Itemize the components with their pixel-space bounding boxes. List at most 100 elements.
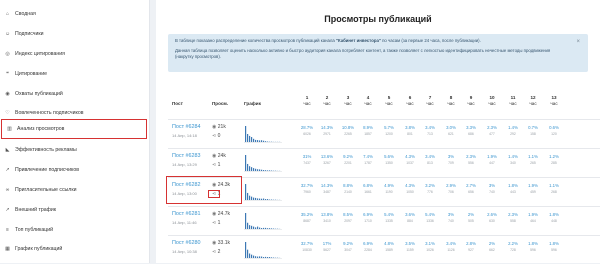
hour-views: 621 [442,132,460,136]
sidebar-item-10[interactable]: ↗Внешний трафик [0,200,150,220]
hour-cell: 2.2%728 [504,241,522,252]
hour-cell: 4.8%1589 [380,241,398,252]
globe-icon: ◎ [5,52,10,57]
sidebar-item-3[interactable]: ❝Цитирование [0,64,150,84]
sidebar-item-label: Сводная [15,11,36,17]
hour-views: 1200 [380,132,398,136]
sparkline-bar [251,137,252,142]
hour-cell: 13.8%3410 [318,212,336,223]
hour-percent: 1.8% [545,241,563,246]
hour-cell: 5.4%1336 [421,212,439,223]
hour-percent: 3% [442,212,460,217]
sparkline-bar [263,170,264,171]
header-hour-7[interactable]: 7час [421,95,439,115]
hour-cell: 3.0%621 [442,125,460,136]
header-hour-6[interactable]: 6час [401,95,419,115]
post-link[interactable]: Пост #6280 [172,240,201,246]
sparkline-bar [257,227,258,229]
hour-cell: 2%662 [483,241,501,252]
sidebar-item-8[interactable]: ↗Привлечение подписчиков [0,160,150,180]
close-icon[interactable]: × [576,39,580,45]
hour-cell: 3.4%713 [421,125,439,136]
highlight-box-shares [208,190,220,198]
header-hour-12[interactable]: 12час [524,95,542,115]
header-post[interactable]: Пост [172,101,183,121]
sidebar-item-4[interactable]: ◉Охваты публикаций [0,84,150,104]
hour-views: 801 [401,132,419,136]
sidebar-item-12[interactable]: ▦График публикаций [0,239,150,259]
hour-percent: 1.1% [524,154,542,159]
views-sparkline [243,152,283,172]
hour-cell: 2.6%630 [483,212,501,223]
hour-cell: 1.1%265 [524,154,542,165]
hour-cell: 3%740 [483,183,501,194]
sidebar-item-2[interactable]: ◎ Индекс цитирования [0,44,150,64]
hour-percent: 1.4% [504,125,522,130]
home-icon: ⌂ [5,12,10,17]
hour-views: 1589 [380,248,398,252]
header-hour-5[interactable]: 5час [380,95,398,115]
hour-cell: 14.3%2971 [318,125,336,136]
hour-percent: 5.6% [380,154,398,159]
sidebar-item-1[interactable]: ☺Подписчики [0,24,150,44]
header-views[interactable]: Просм. [212,101,228,121]
hour-views: 740 [442,219,460,223]
hour-views: 1159 [401,248,419,252]
hour-cell: 4.9%1190 [380,183,398,194]
hour-percent: 3.3% [462,125,480,130]
header-hour-2[interactable]: 2час [318,95,336,115]
sidebar-item-9[interactable]: ∞Пригласительные ссылки [0,180,150,200]
sparkline-bar [265,199,266,200]
header-hour-4[interactable]: 4час [359,95,377,115]
hour-percent: 3.4% [421,154,439,159]
hour-cell: 3.6%884 [401,212,419,223]
post-link[interactable]: Пост #6283 [172,153,201,159]
hour-percent: 28.7% [298,125,316,130]
hour-views: 1661 [359,190,377,194]
sidebar-item-11[interactable]: ≡Топ публикаций [0,220,150,240]
header-hour-8[interactable]: 8час [442,95,460,115]
shares-count: ⋖ 2 [212,249,220,255]
post-date: 14 Апр, 13:29 [172,162,197,167]
sparkline-bar [249,254,250,258]
hour-percent: 3.6% [401,212,419,217]
hour-percent: 0.6% [545,125,563,130]
sparkline-bar [253,139,254,142]
header-hour-11[interactable]: 11час [504,95,522,115]
header-hour-9[interactable]: 9час [462,95,480,115]
views-value: 24k [218,153,226,159]
hour-cell: 5.6% 1350 [380,154,398,165]
hour-percent: 3% [483,183,501,188]
hour-percent: 35.2% [298,212,316,217]
hour-percent: 3.2% [421,183,439,188]
sidebar-item-label: Внешний трафик [15,207,56,213]
header-hour-1[interactable]: 1час [298,95,316,115]
hour-cell: 8.8%2140 [339,183,357,194]
hour-percent: 13.8% [318,212,336,217]
sidebar-item-0[interactable]: ⌂ Сводная [0,4,150,24]
hour-views: 556 [462,161,480,165]
hour-views: 1787 [359,161,377,165]
sidebar-item-7[interactable]: ◣Эффективность рекламы [0,140,150,160]
hour-views: 340 [504,161,522,165]
sidebar-item-label: Вовлеченность подписчиков [15,110,83,116]
hour-cell: 9.2%3047 [339,241,357,252]
header-hour-13[interactable]: 13час [545,95,563,115]
highlight-box-post [166,176,242,204]
hour-percent: 2% [483,241,501,246]
views-sparkline [243,123,283,143]
hour-percent: 6.8% [359,183,377,188]
header-hour-10[interactable]: 10час [483,95,501,115]
sidebar-item-6[interactable]: ▥Анализ просмотров [1,119,147,139]
post-link[interactable]: Пост #6284 [172,124,201,130]
hour-percent: 2.9% [442,183,460,188]
hour-views: 1350 [380,161,398,165]
sidebar-item-label: Индекс цитирования [15,51,65,57]
hour-cell: 10.8%2265 [339,125,357,136]
header-hour-3[interactable]: 3час [339,95,357,115]
views-sparkline [243,210,283,230]
post-link[interactable]: Пост #6281 [172,211,201,217]
hour-views: 1037 [401,161,419,165]
sparkline-bar [261,228,262,229]
hour-cell: 3.8%801 [401,125,419,136]
